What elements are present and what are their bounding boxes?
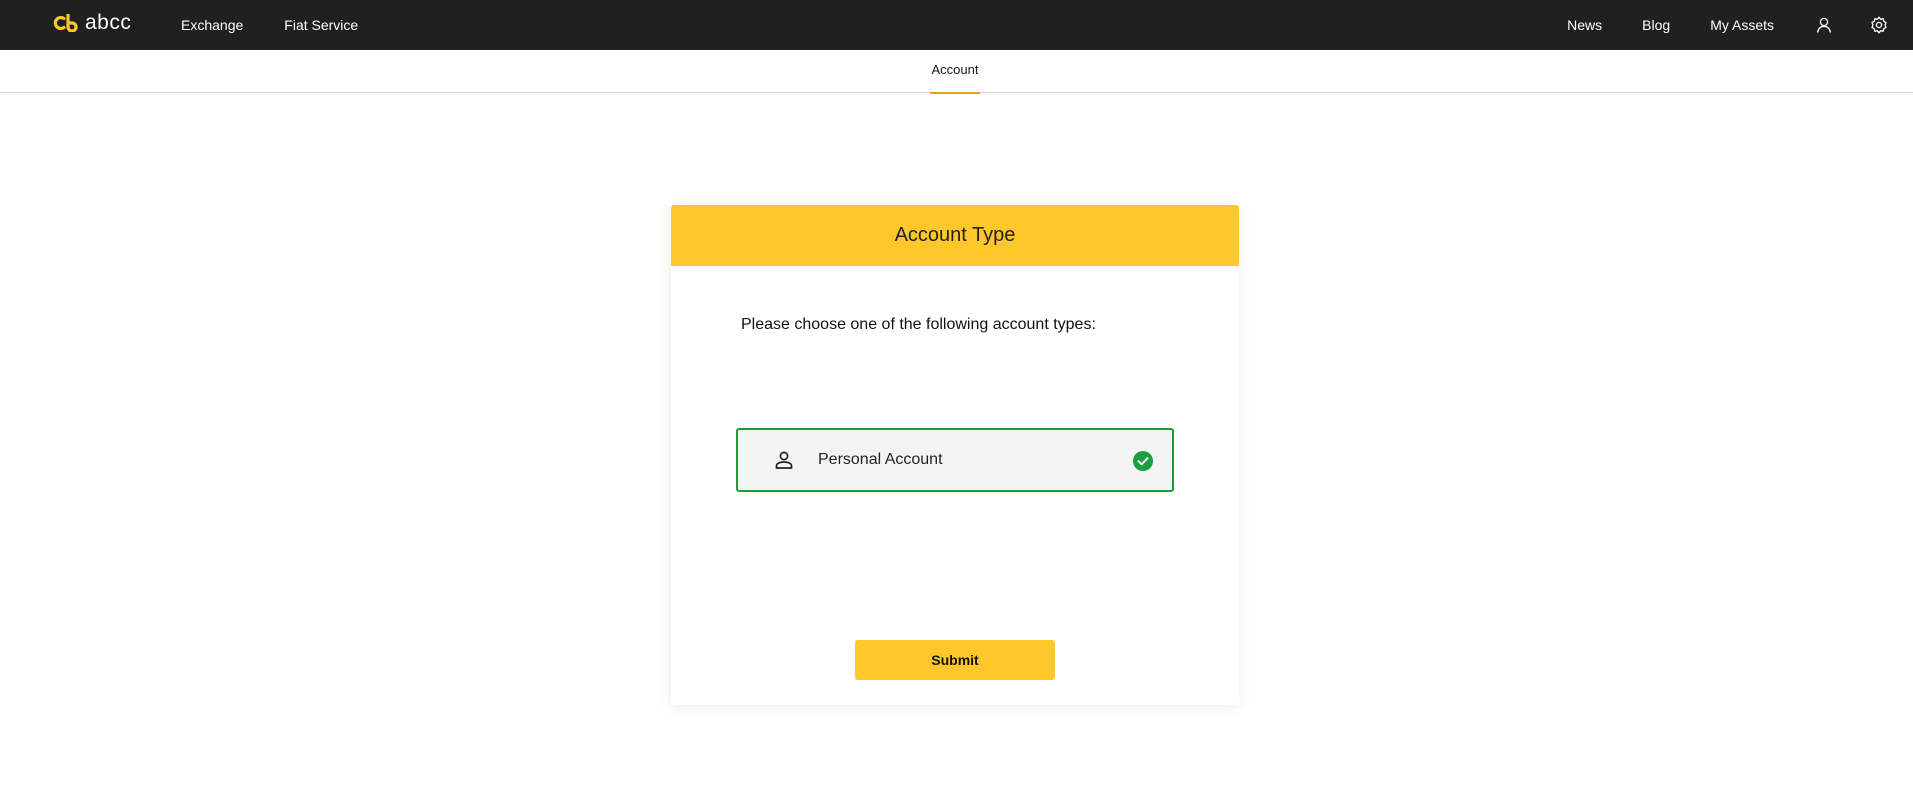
sub-nav-bar: Account bbox=[0, 50, 1913, 94]
user-icon[interactable] bbox=[1814, 15, 1834, 35]
nav-my-assets-link[interactable]: My Assets bbox=[1710, 17, 1774, 33]
top-navbar: abcc Exchange Fiat Service News Blog My … bbox=[0, 0, 1913, 50]
account-type-prompt: Please choose one of the following accou… bbox=[741, 316, 1096, 333]
logo-text: abcc bbox=[85, 11, 132, 34]
nav-exchange-link[interactable]: Exchange bbox=[181, 17, 243, 33]
personal-account-label: Personal Account bbox=[818, 451, 943, 468]
primary-nav: Exchange Fiat Service bbox=[181, 0, 399, 50]
card-title: Account Type bbox=[671, 205, 1239, 266]
nav-news-link[interactable]: News bbox=[1567, 17, 1602, 33]
selected-check-icon bbox=[1133, 451, 1153, 471]
nav-fiat-service-link[interactable]: Fiat Service bbox=[284, 17, 358, 33]
settings-icon[interactable] bbox=[1869, 15, 1889, 35]
tab-account[interactable]: Account bbox=[930, 50, 980, 94]
secondary-nav: News Blog My Assets bbox=[1567, 0, 1913, 50]
nav-blog-link[interactable]: Blog bbox=[1642, 17, 1670, 33]
person-icon bbox=[773, 449, 795, 471]
abcc-logo-mark-icon bbox=[53, 14, 78, 32]
submit-button[interactable]: Submit bbox=[855, 640, 1055, 680]
abcc-logo[interactable]: abcc bbox=[52, 12, 131, 34]
account-type-card: Account Type Please choose one of the fo… bbox=[671, 205, 1239, 705]
personal-account-option[interactable]: Personal Account bbox=[736, 428, 1174, 492]
